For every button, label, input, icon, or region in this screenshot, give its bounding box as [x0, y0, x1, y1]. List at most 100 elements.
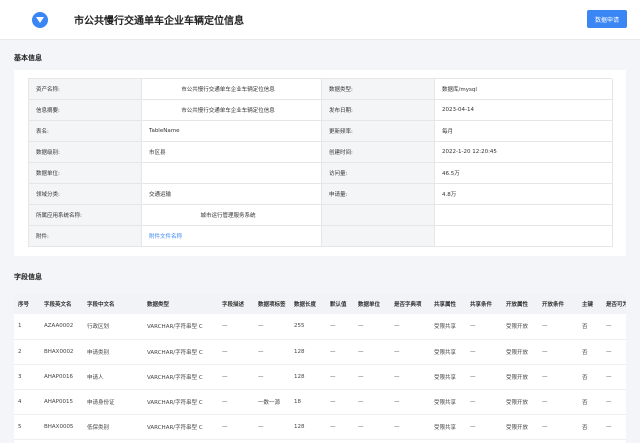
info-label: 申请量:	[322, 184, 435, 205]
table-cell: —	[390, 414, 430, 440]
table-cell: 行政区划	[83, 314, 143, 340]
table-cell: —	[354, 389, 390, 415]
table-cell: 申请类别	[83, 339, 143, 365]
column-header: 是否可为空	[602, 294, 626, 314]
table-cell: 受限共享	[430, 339, 466, 365]
table-cell: VARCHAR/字符串型 C	[143, 339, 218, 365]
field-info-title: 字段信息	[14, 273, 42, 281]
table-cell: —	[218, 339, 254, 365]
table-row: 2 BHAX0002 申请类别 VARCHAR/字符串型 C — —128— — — 受限共享 —…	[14, 339, 626, 365]
info-label: 表名:	[29, 121, 142, 142]
column-header: 主键	[578, 294, 602, 314]
table-cell: —	[466, 364, 502, 390]
table-cell: 受限共享	[430, 389, 466, 415]
table-cell: —	[354, 339, 390, 365]
table-cell: 否	[578, 414, 602, 440]
column-header: 字段描述	[218, 294, 254, 314]
info-label	[322, 226, 435, 247]
column-header: 共享条件	[466, 294, 502, 314]
column-header: 序号	[14, 294, 40, 314]
table-cell: 受限共享	[430, 314, 466, 340]
data-apply-button[interactable]: 数据申请	[587, 10, 627, 28]
table-cell: BHAX0005	[40, 414, 83, 440]
basic-info-title: 基本信息	[14, 54, 42, 62]
info-value	[142, 163, 322, 184]
info-label: 领域分类:	[29, 184, 142, 205]
info-label: 信息摘要:	[29, 100, 142, 121]
table-cell: 申请身份证	[83, 389, 143, 415]
table-cell: —	[390, 389, 430, 415]
table-cell: 128	[290, 414, 326, 440]
column-header: 默认值	[326, 294, 354, 314]
table-row: 5 BHAX0005 低保类别 VARCHAR/字符串型 C — —128— — — 受限共享 —…	[14, 414, 626, 440]
table-cell: —	[254, 414, 290, 440]
table-cell: —	[538, 389, 578, 415]
info-value: 46.5万	[435, 163, 613, 184]
table-cell: —	[218, 389, 254, 415]
info-label: 发布日期:	[322, 100, 435, 121]
table-cell: AHAP0016	[40, 364, 83, 390]
table-cell: 128	[290, 364, 326, 390]
column-header: 共享属性	[430, 294, 466, 314]
info-label	[322, 205, 435, 226]
table-cell: 否	[578, 389, 602, 415]
table-cell: 一数一源	[254, 389, 290, 415]
table-cell: 4	[14, 389, 40, 415]
table-cell: 受限开放	[502, 414, 538, 440]
info-value: TableName	[142, 121, 322, 142]
table-cell: —	[602, 314, 626, 340]
field-table: 序号 字段英文名 字段中文名 数据类型 字段描述 数据项标签 数据长度 默认值 数据单位 是否字典…	[14, 294, 626, 440]
column-header: 字段英文名	[40, 294, 83, 314]
info-label: 所属应用系统名称:	[29, 205, 142, 226]
field-table-panel: 序号 字段英文名 字段中文名 数据类型 字段描述 数据项标签 数据长度 默认值 数据单位 是否字典…	[14, 294, 626, 443]
info-label: 资产名称:	[29, 79, 142, 100]
table-cell: —	[466, 414, 502, 440]
table-cell: AZAA0002	[40, 314, 83, 340]
info-value: 2023-04-14	[435, 100, 613, 121]
info-label: 更新频率:	[322, 121, 435, 142]
table-cell: —	[326, 364, 354, 390]
table-cell: 受限开放	[502, 389, 538, 415]
column-header: 数据类型	[143, 294, 218, 314]
info-value: 城市运行管理服务系统	[142, 205, 322, 226]
table-cell: —	[326, 414, 354, 440]
table-cell: —	[354, 364, 390, 390]
table-cell: —	[218, 364, 254, 390]
table-row: 1 AZAA0002 行政区划 VARCHAR/字符串型 C — —255— — — 受限共享 —…	[14, 314, 626, 340]
table-cell: 128	[290, 339, 326, 365]
info-value: 市区县	[142, 142, 322, 163]
table-cell: 受限开放	[502, 314, 538, 340]
table-cell: 255	[290, 314, 326, 340]
column-header: 数据项标签	[254, 294, 290, 314]
table-cell: —	[390, 339, 430, 365]
column-header: 字段中文名	[83, 294, 143, 314]
table-cell: —	[326, 314, 354, 340]
column-header: 是否字典项	[390, 294, 430, 314]
info-value	[435, 205, 613, 226]
info-value: 每月	[435, 121, 613, 142]
table-cell: —	[602, 339, 626, 365]
table-row: 4 AHAP0015 申请身份证 VARCHAR/字符串型 C — 一数一源 18— — — 受限…	[14, 389, 626, 415]
info-label: 附件:	[29, 226, 142, 247]
info-value: 数据库/mysql	[435, 79, 613, 100]
column-header: 开放条件	[538, 294, 578, 314]
table-cell: —	[390, 314, 430, 340]
info-value: 2022-1-20 12:20:45	[435, 142, 613, 163]
table-cell: —	[218, 414, 254, 440]
table-cell: —	[538, 414, 578, 440]
table-cell: 受限开放	[502, 364, 538, 390]
table-cell: —	[466, 339, 502, 365]
attachment-link[interactable]: 附件文件名称	[142, 226, 322, 247]
info-value: 交通运输	[142, 184, 322, 205]
table-cell: —	[354, 414, 390, 440]
info-value: 市公共慢行交通单车企业车辆定位信息	[142, 100, 322, 121]
app-logo-icon	[32, 12, 48, 28]
table-cell: 3	[14, 364, 40, 390]
info-value	[435, 226, 613, 247]
table-cell: —	[538, 339, 578, 365]
table-cell: 否	[578, 364, 602, 390]
table-cell: 受限开放	[502, 339, 538, 365]
table-cell: —	[254, 314, 290, 340]
table-cell: BHAX0002	[40, 339, 83, 365]
table-cell: VARCHAR/字符串型 C	[143, 364, 218, 390]
